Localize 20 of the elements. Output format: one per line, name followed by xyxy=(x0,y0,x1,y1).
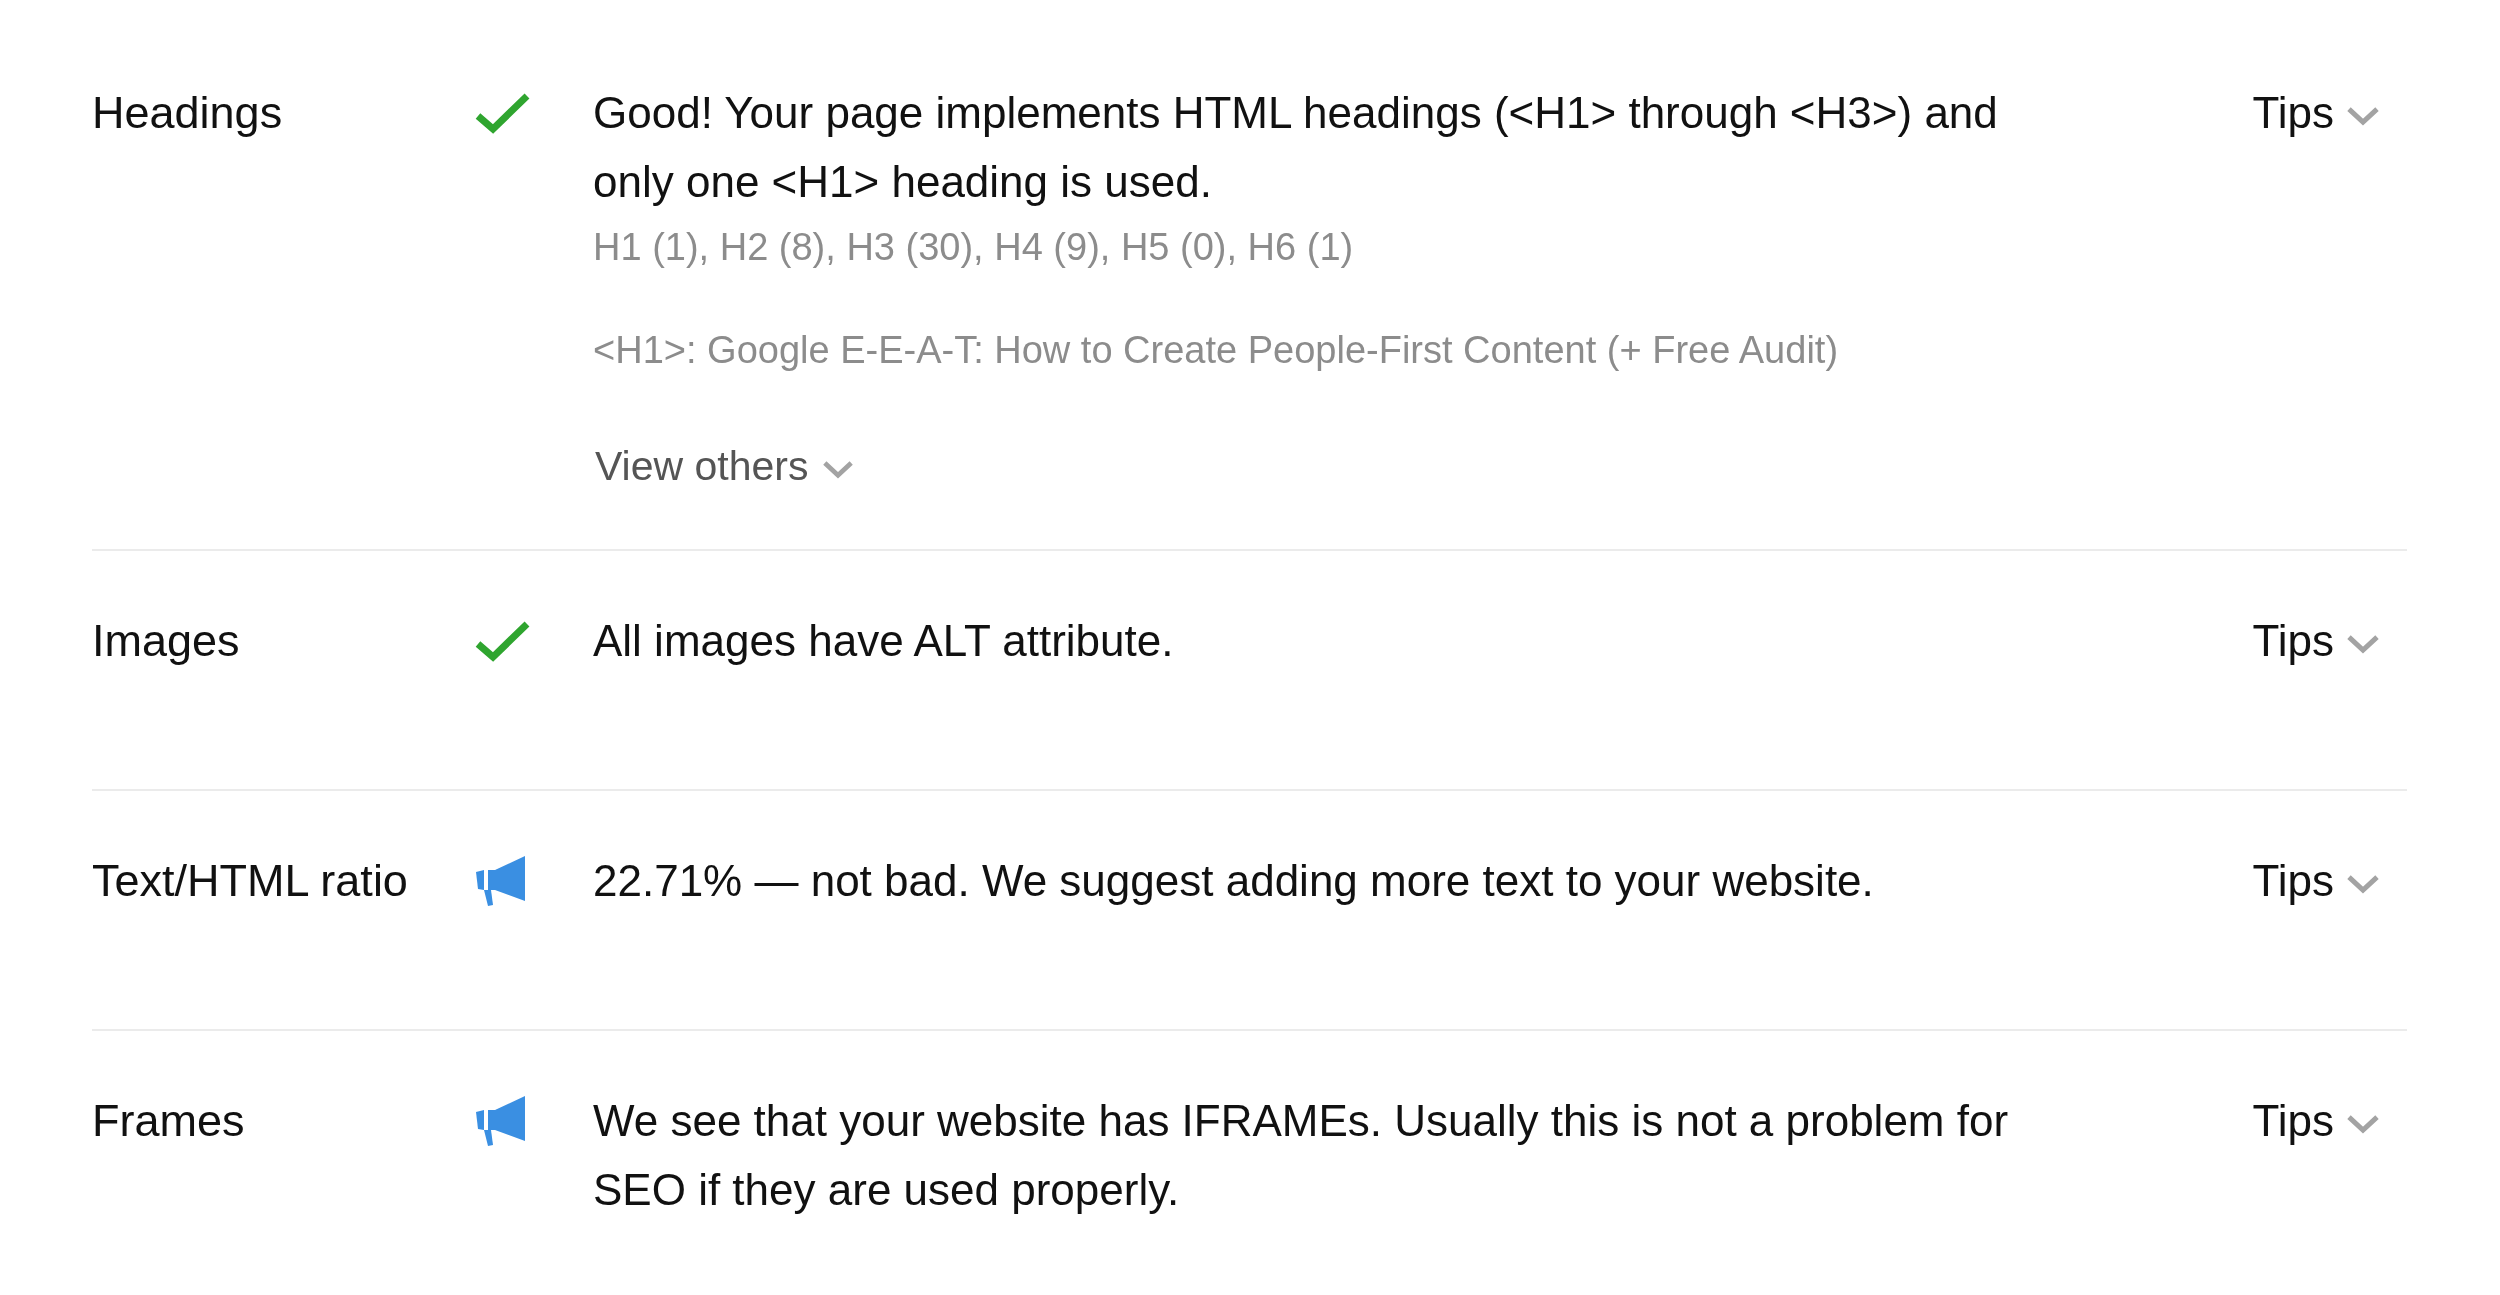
check-label: Images xyxy=(92,614,241,668)
tips-button[interactable]: Tips xyxy=(2252,606,2380,675)
tips-button[interactable]: Tips xyxy=(2252,846,2380,915)
chevron-down-icon xyxy=(2346,634,2380,655)
chevron-down-icon xyxy=(2346,1114,2380,1135)
chevron-down-icon xyxy=(822,460,855,480)
heading-counts: H1 (1), H2 (8), H3 (30), H4 (9), H5 (0), H6 (1) xyxy=(593,225,1354,270)
check-message: 22.71% — not bad. We suggest adding more text to your website. xyxy=(593,855,1874,907)
check-label: Frames xyxy=(92,1094,246,1148)
check-label: Headings xyxy=(92,86,284,140)
check-message: We see that your website has IFRAMEs. Usually this is not a problem for SEO if they are used properly. xyxy=(593,1095,2010,1216)
chevron-down-icon xyxy=(2346,874,2380,895)
check-message: Good! Your page implements HTML headings (<H1> through <H3>) and only one <H1> heading is used. xyxy=(593,87,1999,208)
view-others-button[interactable]: View others xyxy=(595,440,855,492)
check-label: Text/HTML ratio xyxy=(92,854,409,908)
check-message: All images have ALT attribute. xyxy=(593,615,1174,667)
h1-text: <H1>: Google E-E-A-T: How to Create People-First Content (+ Free Audit) xyxy=(593,328,1839,373)
tips-button[interactable]: Tips xyxy=(2252,78,2380,147)
chevron-down-icon xyxy=(2346,106,2380,127)
tips-button[interactable]: Tips xyxy=(2252,1086,2380,1155)
